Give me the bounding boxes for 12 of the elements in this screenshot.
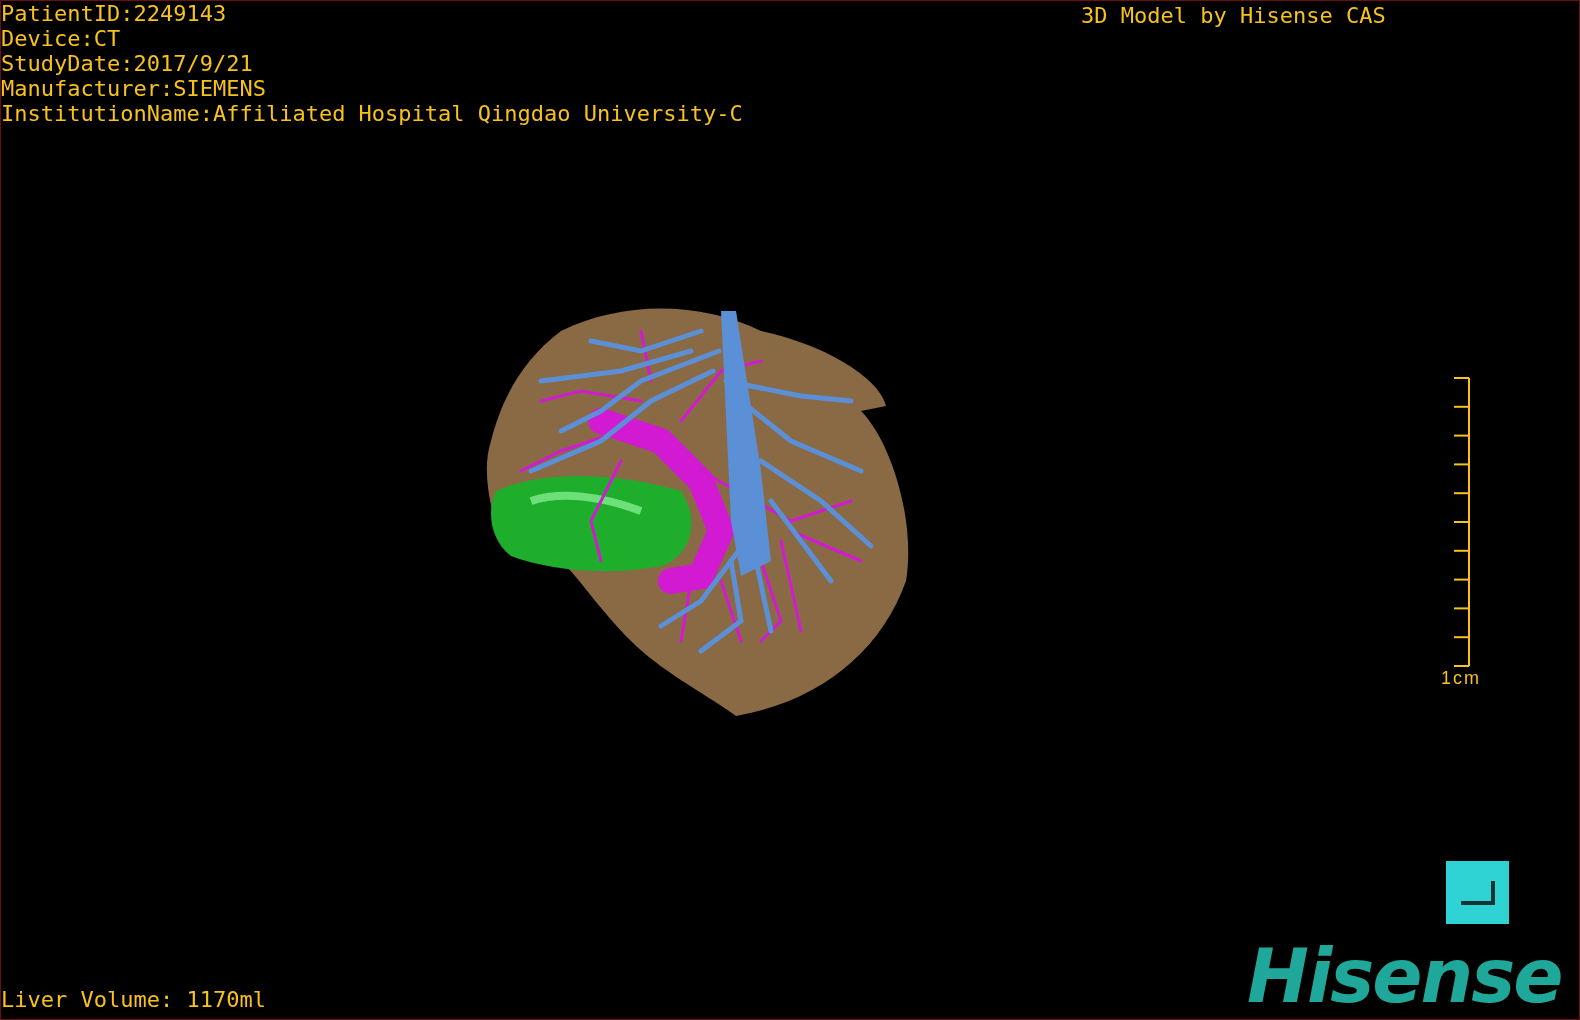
patient-info-text: StudyDate:2017/9/21	[1, 51, 254, 76]
scale-bar-label: 1cm	[1441, 667, 1481, 689]
corner-button[interactable]	[1446, 861, 1509, 924]
scale-bar-icon	[1451, 377, 1471, 667]
logo-text: Hisense	[1247, 936, 1562, 1016]
patient-info-text: Device:CT	[1, 26, 122, 51]
patient-info-text: InstitutionName:Affiliated Hospital Qingdao University-C	[1, 101, 743, 126]
liver-volume-text: Liver Volume: 1170ml	[1, 986, 266, 1014]
corner-icon	[1460, 880, 1495, 905]
model-caption: 3D Model by Hisense CAS	[1081, 2, 1386, 30]
patient-info-text: PatientID:2249143	[1, 1, 228, 26]
patient-info-text: Manufacturer:SIEMENS	[1, 76, 267, 101]
